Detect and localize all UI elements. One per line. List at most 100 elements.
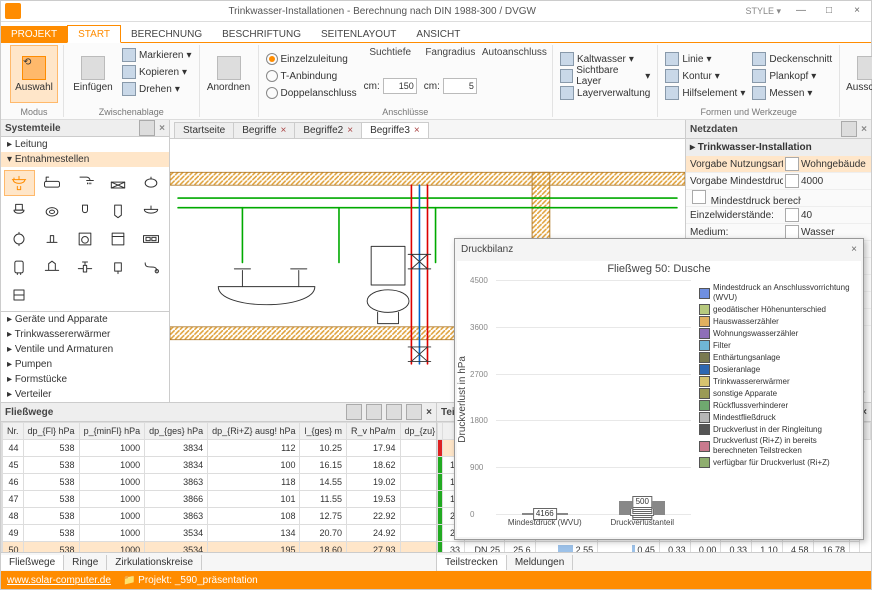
close-button[interactable]: × xyxy=(843,2,871,20)
fixture-sink-icon[interactable] xyxy=(135,198,166,224)
fangradius-input[interactable]: 5 xyxy=(443,78,477,94)
cat-leitung[interactable]: ▸ Leitung xyxy=(1,137,169,152)
close-icon[interactable]: × xyxy=(281,125,287,136)
suchtiefe-input[interactable]: 150 xyxy=(383,78,417,94)
doctab-begriffe3[interactable]: Begriffe3× xyxy=(361,122,429,138)
cat-trinkwasser[interactable]: ▸ Trinkwassererwärmer xyxy=(1,327,169,342)
panel-close-icon[interactable]: × xyxy=(861,124,867,135)
fixture-urinal-icon[interactable] xyxy=(70,198,101,224)
btab-meldungen[interactable]: Meldungen xyxy=(507,555,573,570)
table-row[interactable]: 465381000386311814.5519.0292 xyxy=(2,474,437,491)
tab-berechnung[interactable]: BERECHNUNG xyxy=(121,26,212,42)
ausschnitt-button[interactable]: Ausschnitt xyxy=(845,45,872,103)
fixture-ksink-icon[interactable] xyxy=(135,226,166,252)
table-row[interactable]: 505381000353419518.6027.9399 xyxy=(2,542,437,553)
sichtbare-layer-button[interactable]: Sichtbare Layer ▾ xyxy=(558,68,652,84)
panel-pin-icon[interactable] xyxy=(406,404,422,420)
table-row[interactable]: 495381000353413420.7024.9287 xyxy=(2,525,437,542)
doctab-begriffe2[interactable]: Begriffe2× xyxy=(294,122,362,138)
layerverwaltung-button[interactable]: Layerverwaltung xyxy=(558,85,652,101)
fixture-boiler-icon[interactable] xyxy=(4,254,35,280)
property-row[interactable]: Vorgabe Nutzungsart:Wohngebäude xyxy=(686,156,871,173)
druckbilanz-window[interactable]: Druckbilanz× Fließweg 50: Dusche Druckve… xyxy=(454,238,864,540)
fixture-wc-icon[interactable] xyxy=(4,198,35,224)
fliesswege-table[interactable]: Nr.dp_{Fl} hPap_{minFl} hPadp_{ges} hPad… xyxy=(1,422,436,552)
btab-teilstrecken[interactable]: Teilstrecken xyxy=(437,555,507,570)
cat-geraete[interactable]: ▸ Geräte und Apparate xyxy=(1,312,169,327)
maximize-button[interactable]: □ xyxy=(815,2,843,20)
panel-pin-icon[interactable] xyxy=(139,120,155,136)
close-icon[interactable]: × xyxy=(851,244,857,255)
panel-tool-icon[interactable] xyxy=(346,404,362,420)
property-row[interactable]: Mindestdruck berechnen xyxy=(686,190,871,207)
deckenschnitt-button[interactable]: Deckenschnitt xyxy=(750,51,834,67)
fixture-outlet-icon[interactable] xyxy=(102,254,133,280)
panel-close-icon[interactable]: × xyxy=(426,407,432,418)
fixture-bidet-icon[interactable] xyxy=(135,170,166,196)
linie-button[interactable]: Linie ▾ xyxy=(663,51,747,67)
tab-beschriftung[interactable]: BESCHRIFTUNG xyxy=(212,26,311,42)
style-menu[interactable]: STYLE ▾ xyxy=(739,6,787,17)
cat-verteiler[interactable]: ▸ Verteiler xyxy=(1,387,169,402)
close-icon[interactable]: × xyxy=(347,125,353,136)
kontur-button[interactable]: Kontur ▾ xyxy=(663,68,747,84)
doctab-startseite[interactable]: Startseite xyxy=(174,122,234,138)
einfuegen-button[interactable]: Einfügen xyxy=(69,45,117,103)
fixture-washer-icon[interactable] xyxy=(70,226,101,252)
fixture-wc2-icon[interactable] xyxy=(37,198,68,224)
property-row[interactable]: Vorgabe Mindestdruck (W...4000 xyxy=(686,173,871,190)
btab-zirkulation[interactable]: Zirkulationskreise xyxy=(107,555,202,570)
drehen-button[interactable]: Drehen ▾ xyxy=(120,81,194,97)
ribbon: ⟲Auswahl Modus Einfügen Markieren ▾ Kopi… xyxy=(1,43,871,120)
tab-projekt[interactable]: PROJEKT xyxy=(1,26,67,42)
cat-formstuecke[interactable]: ▸ Formstücke xyxy=(1,372,169,387)
panel-tool-icon[interactable] xyxy=(386,404,402,420)
autoanschluss-button[interactable] xyxy=(505,59,523,77)
einzelzuleitung-radio[interactable]: Einzelzuleitung xyxy=(264,51,359,67)
fixture-extra-icon[interactable] xyxy=(4,282,35,308)
fixture-tap1-icon[interactable] xyxy=(4,226,35,252)
fixture-tap2-icon[interactable] xyxy=(37,226,68,252)
fixture-valve-icon[interactable] xyxy=(70,254,101,280)
vendor-link[interactable]: www.solar-computer.de xyxy=(7,575,111,586)
table-row[interactable]: 455381000383410016.1518.6269 xyxy=(2,457,437,474)
cat-entnahmestellen[interactable]: ▾ Entnahmestellen xyxy=(1,152,169,167)
minimize-button[interactable]: — xyxy=(787,2,815,20)
plankopf-button[interactable]: Plankopf ▾ xyxy=(750,68,834,84)
property-row[interactable]: Einzelwiderstände:40 xyxy=(686,207,871,224)
auswahl-button[interactable]: ⟲Auswahl xyxy=(10,45,58,103)
cat-pumpen[interactable]: ▸ Pumpen xyxy=(1,357,169,372)
hilfselement-button[interactable]: Hilfselement ▾ xyxy=(663,85,747,101)
close-icon[interactable]: × xyxy=(414,125,420,136)
fixture-mixer-icon[interactable] xyxy=(37,254,68,280)
fixture-hose-icon[interactable] xyxy=(135,254,166,280)
fixture-washbasin-icon[interactable] xyxy=(4,170,35,196)
doctab-begriffe[interactable]: Begriffe× xyxy=(233,122,295,138)
tab-seitenlayout[interactable]: SEITENLAYOUT xyxy=(311,26,406,42)
markieren-button[interactable]: Markieren ▾ xyxy=(120,47,194,63)
tanbindung-radio[interactable]: T-Anbindung xyxy=(264,68,359,84)
fixture-bathtub-icon[interactable] xyxy=(37,170,68,196)
btab-ringe[interactable]: Ringe xyxy=(64,555,107,570)
table-row[interactable]: 485381000386310812.7522.9299 xyxy=(2,508,437,525)
table-row[interactable]: 445381000383411210.2517.9453 xyxy=(2,440,437,457)
messen-button[interactable]: Messen ▾ xyxy=(750,85,834,101)
panel-pin-icon[interactable] xyxy=(841,121,857,137)
fixture-dishwasher-icon[interactable] xyxy=(102,226,133,252)
kopieren-button[interactable]: Kopieren ▾ xyxy=(120,64,194,80)
table-row[interactable]: 475381000386610111.5519.5376 xyxy=(2,491,437,508)
panel-close-icon[interactable]: × xyxy=(159,123,165,134)
fixture-urinal2-icon[interactable] xyxy=(102,198,133,224)
doppelanschluss-radio[interactable]: Doppelanschluss xyxy=(264,85,359,101)
table-row[interactable]: 33DN 2525.6 2.55 0.450.330.000.331.104.5… xyxy=(438,542,871,553)
status-bar: www.solar-computer.de 📁 Projekt: _590_pr… xyxy=(1,571,871,589)
tab-ansicht[interactable]: ANSICHT xyxy=(406,26,470,42)
tab-start[interactable]: START xyxy=(67,25,121,43)
panel-tool-icon[interactable] xyxy=(366,404,382,420)
fixture-showertray-icon[interactable] xyxy=(102,170,133,196)
anordnen-button[interactable]: Anordnen xyxy=(205,45,253,103)
window-title: Trinkwasser-Installationen - Berechnung … xyxy=(25,6,739,17)
btab-fliesswege[interactable]: Fließwege xyxy=(1,555,64,570)
cat-ventile[interactable]: ▸ Ventile und Armaturen xyxy=(1,342,169,357)
fixture-shower-icon[interactable] xyxy=(70,170,101,196)
